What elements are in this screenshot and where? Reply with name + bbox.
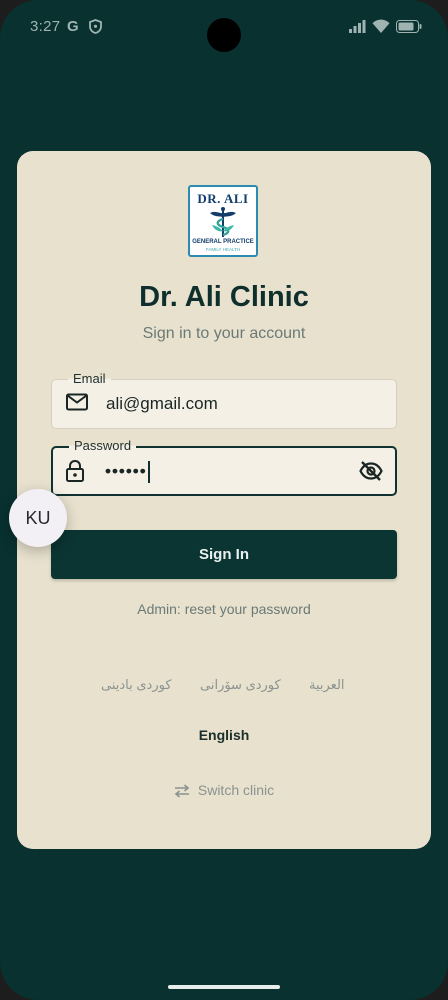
battery-icon [396,19,422,37]
lang-arabic[interactable]: العربية [309,677,345,693]
status-icons [349,19,422,37]
email-value[interactable]: ali@gmail.com [106,394,218,414]
lock-icon [66,459,84,487]
status-bar: 3:27 G [0,0,448,56]
logo-subtitle: GENERAL PRACTICE [192,239,254,245]
password-field[interactable]: Password •••••• [51,438,397,496]
clinic-logo: DR. ALI GENERAL PRACTICE FAMILY HEALTH [188,185,258,257]
eye-off-icon[interactable] [359,460,383,487]
switch-clinic-button[interactable]: Switch clinic [17,782,431,798]
signal-icon [349,19,366,37]
language-options: كوردی بادینی کوردی سۆرانی العربية [17,677,431,697]
email-field[interactable]: Email ali@gmail.com [51,371,397,429]
login-card: DR. ALI GENERAL PRACTICE FAMILY HEALTH D… [17,151,431,849]
lang-kurdish-sorani[interactable]: کوردی سۆرانی [200,677,281,693]
text-caret [147,461,150,483]
front-camera [207,18,241,52]
language-switcher-bubble[interactable]: KU [9,489,67,547]
wifi-icon [372,19,390,37]
caduceus-icon [210,207,236,237]
password-label: Password [69,438,137,453]
sign-in-button[interactable]: Sign In [51,530,397,579]
page-title: Dr. Ali Clinic [139,281,309,313]
swap-icon [174,784,190,798]
logo-tagline: FAMILY HEALTH [205,247,241,252]
page-subtitle: Sign in to your account [142,325,306,342]
email-label: Email [68,371,111,386]
lang-english[interactable]: English [17,727,431,743]
home-indicator[interactable] [168,985,280,989]
switch-clinic-label: Switch clinic [197,782,275,798]
password-value[interactable]: •••••• [105,461,150,483]
phone-screen: 3:27 G DR. ALI GENERAL PRACTICE FAMILY H… [0,0,448,1000]
password-mask: •••••• [105,461,147,481]
reset-password-link[interactable]: Admin: reset your password [17,601,431,617]
shield-icon [89,19,102,38]
google-icon: G [67,18,79,35]
email-icon [66,393,88,416]
lang-kurdish-badini[interactable]: كوردی بادینی [101,677,172,693]
status-time: 3:27 [30,18,61,35]
